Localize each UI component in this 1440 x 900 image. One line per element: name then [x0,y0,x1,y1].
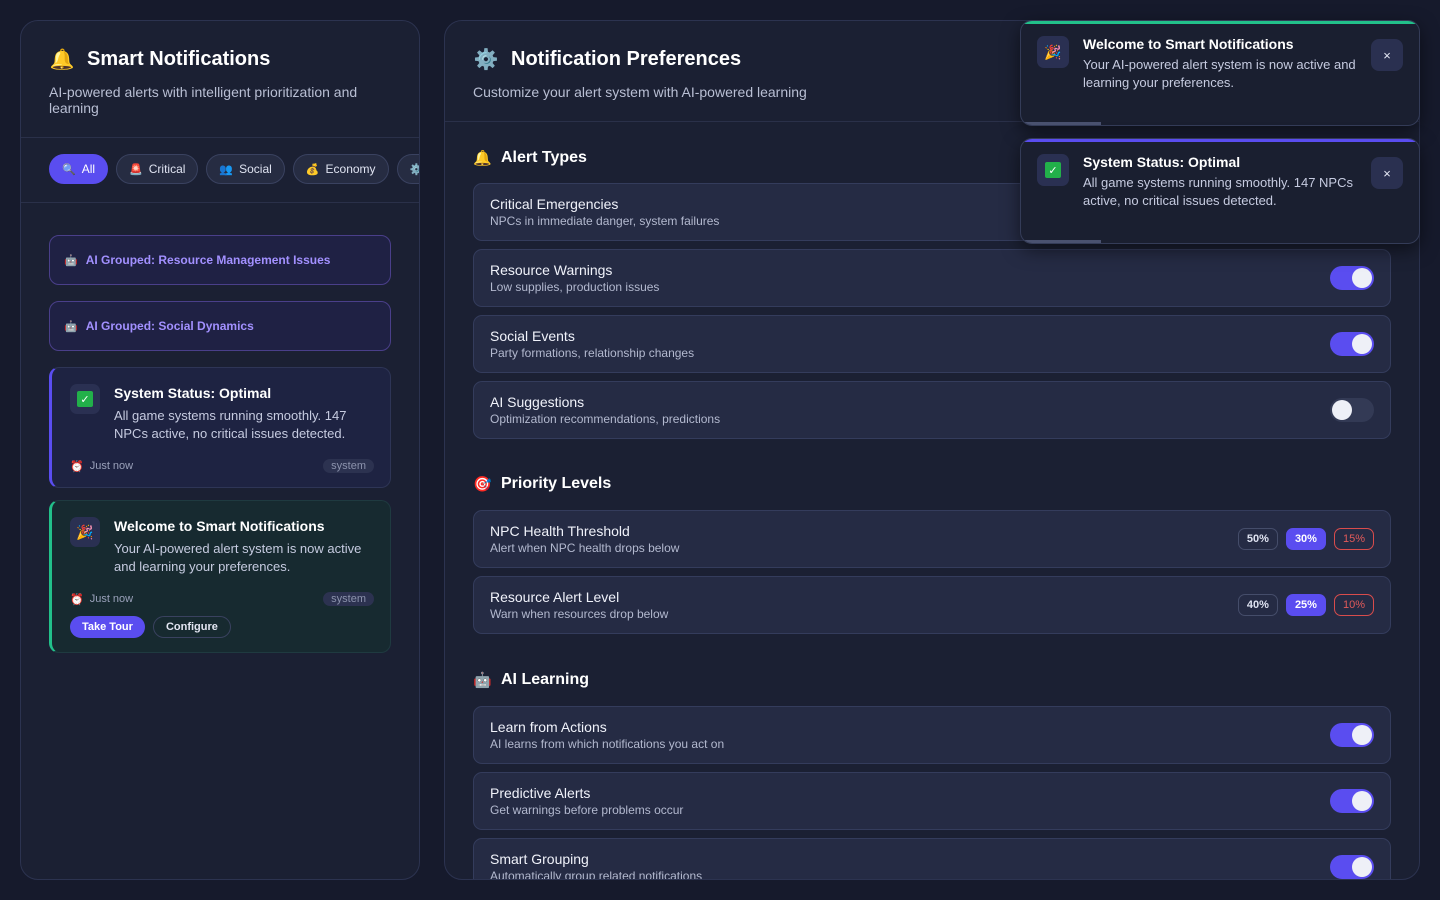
siren-icon: 🚨 [129,163,143,176]
robot-icon: 🤖 [64,254,78,267]
toast-welcome[interactable]: 🎉 Welcome to Smart Notifications Your AI… [1020,20,1420,126]
notification-time: Just now [89,593,134,605]
pref-learn-from-actions: Learn from Actions AI learns from which … [473,706,1391,764]
notification-system-status[interactable]: ✓ System Status: Optimal All game system… [49,367,391,488]
toast-close-button[interactable]: × [1371,39,1403,71]
resource-alert-option-25[interactable]: 25% [1285,594,1326,616]
notification-list: 🤖 AI Grouped: Resource Management Issues… [21,203,419,653]
priority-levels-section: 🎯 Priority Levels NPC Health Threshold A… [445,447,1419,634]
robot-icon: 🤖 [64,320,78,333]
pref-social-events: Social Events Party formations, relation… [473,315,1391,373]
search-icon: 🔍 [62,163,76,176]
gear-icon: ⚙️ [473,49,499,71]
resource-alert-option-40[interactable]: 40% [1237,594,1278,616]
category-tag: system [323,592,374,606]
configure-button[interactable]: Configure [152,616,231,638]
toast-close-button[interactable]: × [1371,157,1403,189]
toast-title: System Status: Optimal [1083,154,1241,170]
section-title: AI Learning [501,671,590,688]
pref-predictive-alerts: Predictive Alerts Get warnings before pr… [473,772,1391,830]
target-icon: 🎯 [473,476,492,493]
pref-smart-grouping: Smart Grouping Automatically group relat… [473,838,1391,879]
toast-body: All game systems running smoothly. 147 N… [1083,175,1353,208]
filter-critical[interactable]: 🚨 Critical [116,154,199,184]
learn-from-actions-toggle[interactable] [1330,723,1374,747]
filter-bar: 🔍 All 🚨 Critical 👥 Social 💰 Economy ⚙️ [21,138,419,203]
toast-title: Welcome to Smart Notifications [1083,36,1294,52]
filter-social[interactable]: 👥 Social [206,154,285,184]
bell-icon: 🔔 [473,150,492,167]
check-icon: ✓ [1037,154,1069,186]
notification-body: Your AI-powered alert system is now acti… [114,541,362,574]
ai-learning-section: 🤖 AI Learning Learn from Actions AI lear… [445,642,1419,879]
bell-icon: 🔔 [49,49,75,71]
npc-health-option-15[interactable]: 15% [1333,528,1374,550]
pref-resource-alert-level: Resource Alert Level Warn when resources… [473,576,1391,634]
people-icon: 👥 [219,163,234,176]
smart-grouping-toggle[interactable] [1330,855,1374,879]
money-bag-icon: 💰 [305,163,320,176]
toast-timer-bar [1021,240,1419,243]
notifications-header: 🔔 Smart Notifications AI-powered alerts … [21,21,419,138]
party-popper-icon: 🎉 [70,517,100,547]
predictive-alerts-toggle[interactable] [1330,789,1374,813]
check-icon: ✓ [70,384,100,414]
filter-system[interactable]: ⚙️ [396,154,419,184]
pref-npc-health-threshold: NPC Health Threshold Alert when NPC heal… [473,510,1391,568]
alarm-clock-icon: ⏰ [70,460,84,473]
alarm-clock-icon: ⏰ [70,593,84,606]
npc-health-option-50[interactable]: 50% [1237,528,1278,550]
ai-group-social[interactable]: 🤖 AI Grouped: Social Dynamics [49,301,391,351]
ai-suggestions-toggle[interactable] [1330,398,1374,422]
notification-title: System Status: Optimal [114,385,272,401]
npc-health-option-30[interactable]: 30% [1285,528,1326,550]
notification-time: Just now [89,460,134,472]
notification-title: Welcome to Smart Notifications [114,518,325,534]
resource-alert-option-10[interactable]: 10% [1333,594,1374,616]
notification-body: All game systems running smoothly. 147 N… [114,408,347,441]
ai-group-resource[interactable]: 🤖 AI Grouped: Resource Management Issues [49,235,391,285]
panel-title: Smart Notifications [87,48,271,70]
toast-system-status[interactable]: ✓ System Status: Optimal All game system… [1020,138,1420,244]
preferences-title: Notification Preferences [511,48,742,70]
gear-icon: ⚙️ [410,163,419,176]
filter-all[interactable]: 🔍 All [49,154,109,184]
toast-timer-bar [1021,122,1419,125]
category-tag: system [323,459,374,473]
notification-welcome[interactable]: 🎉 Welcome to Smart Notifications Your AI… [49,500,391,653]
take-tour-button[interactable]: Take Tour [70,616,145,638]
panel-subtitle: AI-powered alerts with intelligent prior… [49,84,358,116]
pref-resource-warnings: Resource Warnings Low supplies, producti… [473,249,1391,307]
filter-economy[interactable]: 💰 Economy [292,154,389,184]
pref-ai-suggestions: AI Suggestions Optimization recommendati… [473,381,1391,439]
resource-warnings-toggle[interactable] [1330,266,1374,290]
robot-icon: 🤖 [473,672,492,689]
section-title: Priority Levels [501,475,612,492]
notifications-panel: 🔔 Smart Notifications AI-powered alerts … [20,20,420,880]
toast-body: Your AI-powered alert system is now acti… [1083,57,1356,90]
social-events-toggle[interactable] [1330,332,1374,356]
party-popper-icon: 🎉 [1037,36,1069,68]
section-title: Alert Types [501,149,587,166]
